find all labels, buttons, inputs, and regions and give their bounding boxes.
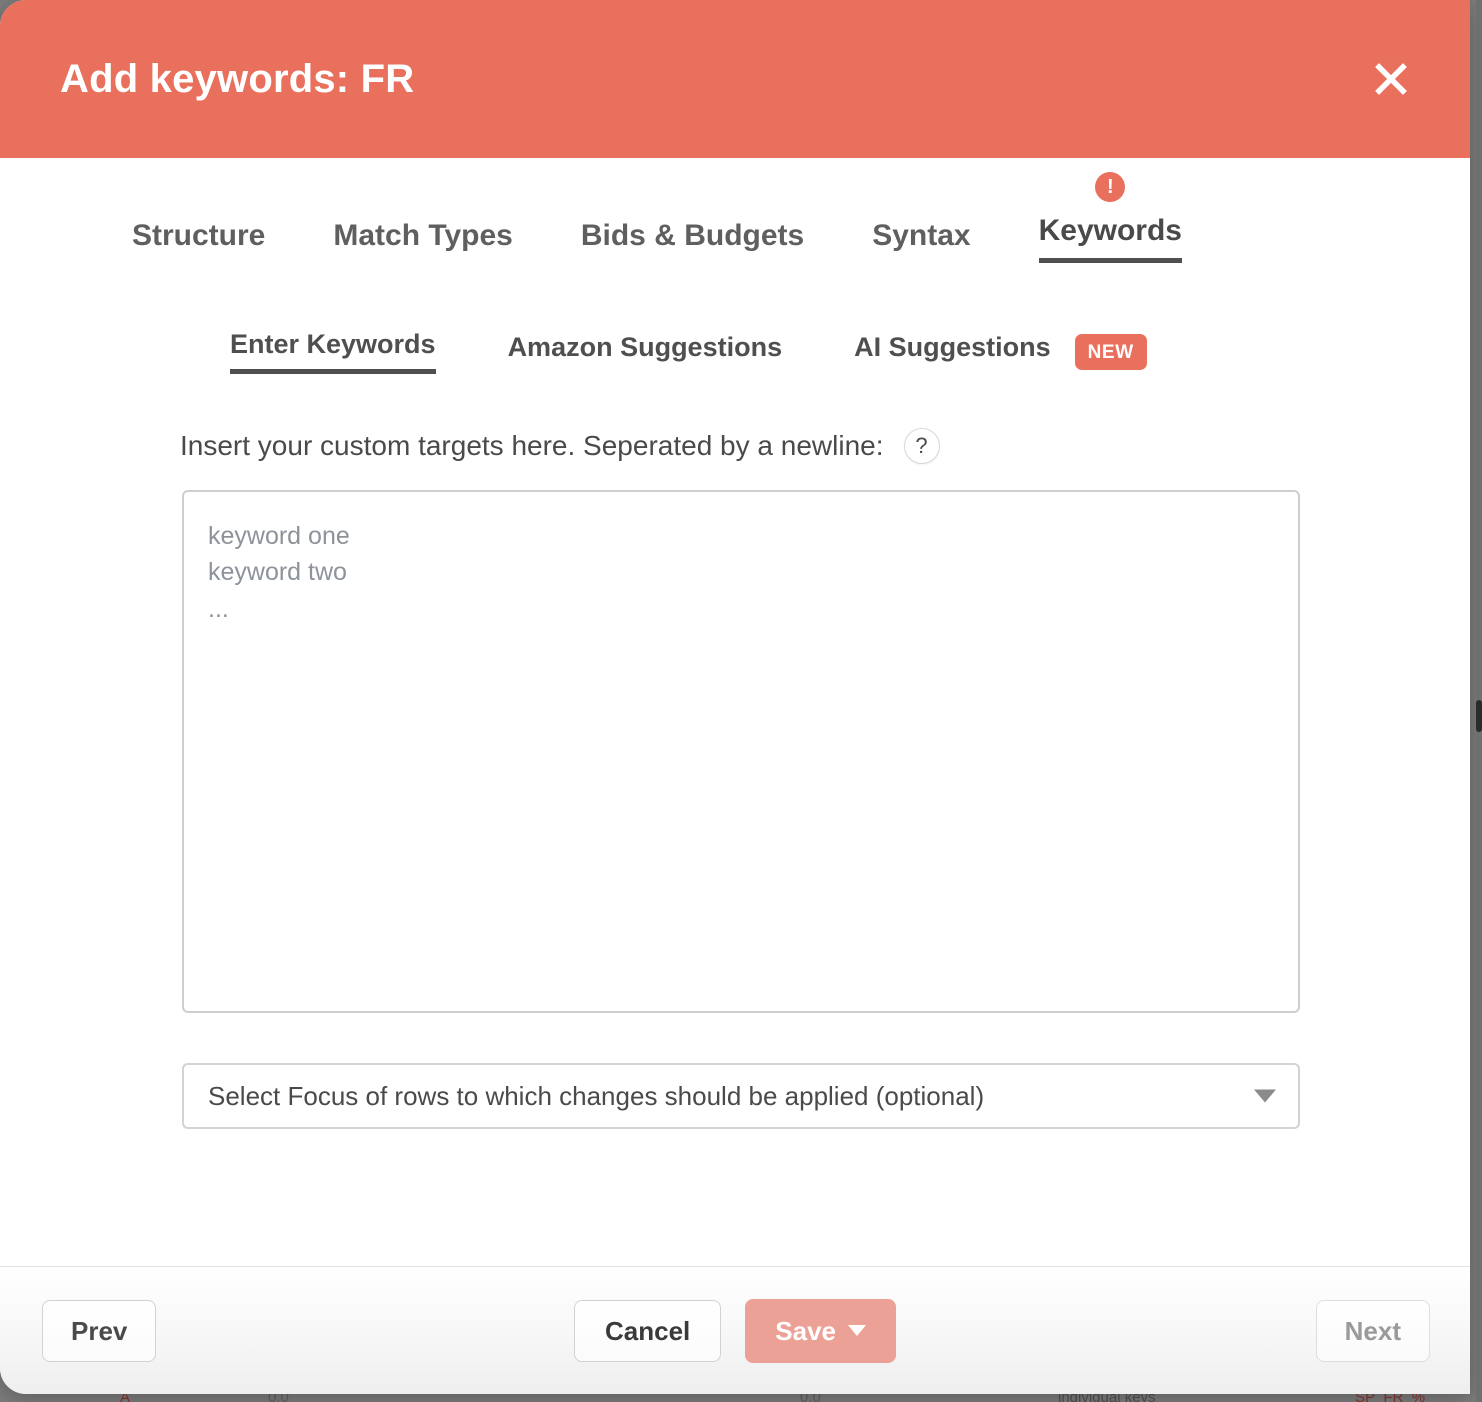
close-icon[interactable]: [1370, 58, 1412, 100]
keyword-sub-tabs: Enter Keywords Amazon Suggestions AI Sug…: [230, 329, 1470, 374]
page-title: Add keywords: FR: [60, 57, 415, 101]
tab-structure[interactable]: Structure: [132, 219, 265, 263]
tab-bids-and-budgets[interactable]: Bids & Budgets: [581, 219, 804, 263]
tab-keywords-label: Keywords: [1038, 214, 1182, 247]
subtab-ai-suggestions[interactable]: AI Suggestions: [854, 332, 1051, 372]
subtab-enter-keywords[interactable]: Enter Keywords: [230, 329, 436, 374]
modal-footer: Prev Cancel Save Next: [0, 1266, 1470, 1394]
focus-select-wrapper: Select Focus of rows to which changes sh…: [182, 1063, 1300, 1129]
tab-keywords[interactable]: ! Keywords: [1038, 172, 1182, 263]
tab-structure-label: Structure: [132, 219, 266, 252]
subtab-amazon-suggestions[interactable]: Amazon Suggestions: [508, 332, 783, 372]
save-button-label: Save: [775, 1315, 836, 1346]
footer-center-actions: Cancel Save: [574, 1298, 896, 1363]
subtab-enter-keywords-label: Enter Keywords: [230, 329, 436, 359]
new-badge: NEW: [1074, 333, 1147, 370]
main-tabs: Structure Match Types Bids & Budgets Syn…: [132, 158, 1470, 263]
save-button[interactable]: Save: [745, 1298, 896, 1363]
add-keywords-modal: Add keywords: FR Structure Match Types B…: [0, 0, 1470, 1394]
focus-select[interactable]: Select Focus of rows to which changes sh…: [182, 1063, 1300, 1129]
page-scrollbar[interactable]: [1476, 0, 1482, 1402]
tab-bids-and-budgets-label: Bids & Budgets: [580, 219, 805, 252]
modal-body: Structure Match Types Bids & Budgets Syn…: [0, 158, 1470, 1266]
tab-syntax-label: Syntax: [872, 219, 971, 252]
cancel-button[interactable]: Cancel: [574, 1299, 722, 1362]
modal-header: Add keywords: FR: [0, 0, 1470, 158]
keywords-textarea[interactable]: [182, 490, 1300, 1013]
subtab-amazon-suggestions-label: Amazon Suggestions: [507, 331, 783, 362]
tab-match-types[interactable]: Match Types: [333, 219, 513, 263]
subtab-ai-suggestions-label: AI Suggestions: [854, 331, 1051, 362]
instruction-row: Insert your custom targets here. Seperat…: [180, 428, 1470, 464]
caret-down-icon: [848, 1325, 866, 1336]
next-button[interactable]: Next: [1315, 1299, 1430, 1362]
tab-match-types-label: Match Types: [333, 219, 513, 252]
focus-select-value: Select Focus of rows to which changes sh…: [208, 1080, 985, 1111]
prev-button[interactable]: Prev: [42, 1299, 157, 1362]
tab-syntax[interactable]: Syntax: [872, 219, 970, 263]
instruction-label: Insert your custom targets here. Seperat…: [180, 430, 884, 461]
alert-badge-icon: !: [1095, 172, 1126, 202]
page-scrollbar-thumb[interactable]: [1476, 700, 1482, 732]
help-icon[interactable]: ?: [903, 428, 940, 464]
